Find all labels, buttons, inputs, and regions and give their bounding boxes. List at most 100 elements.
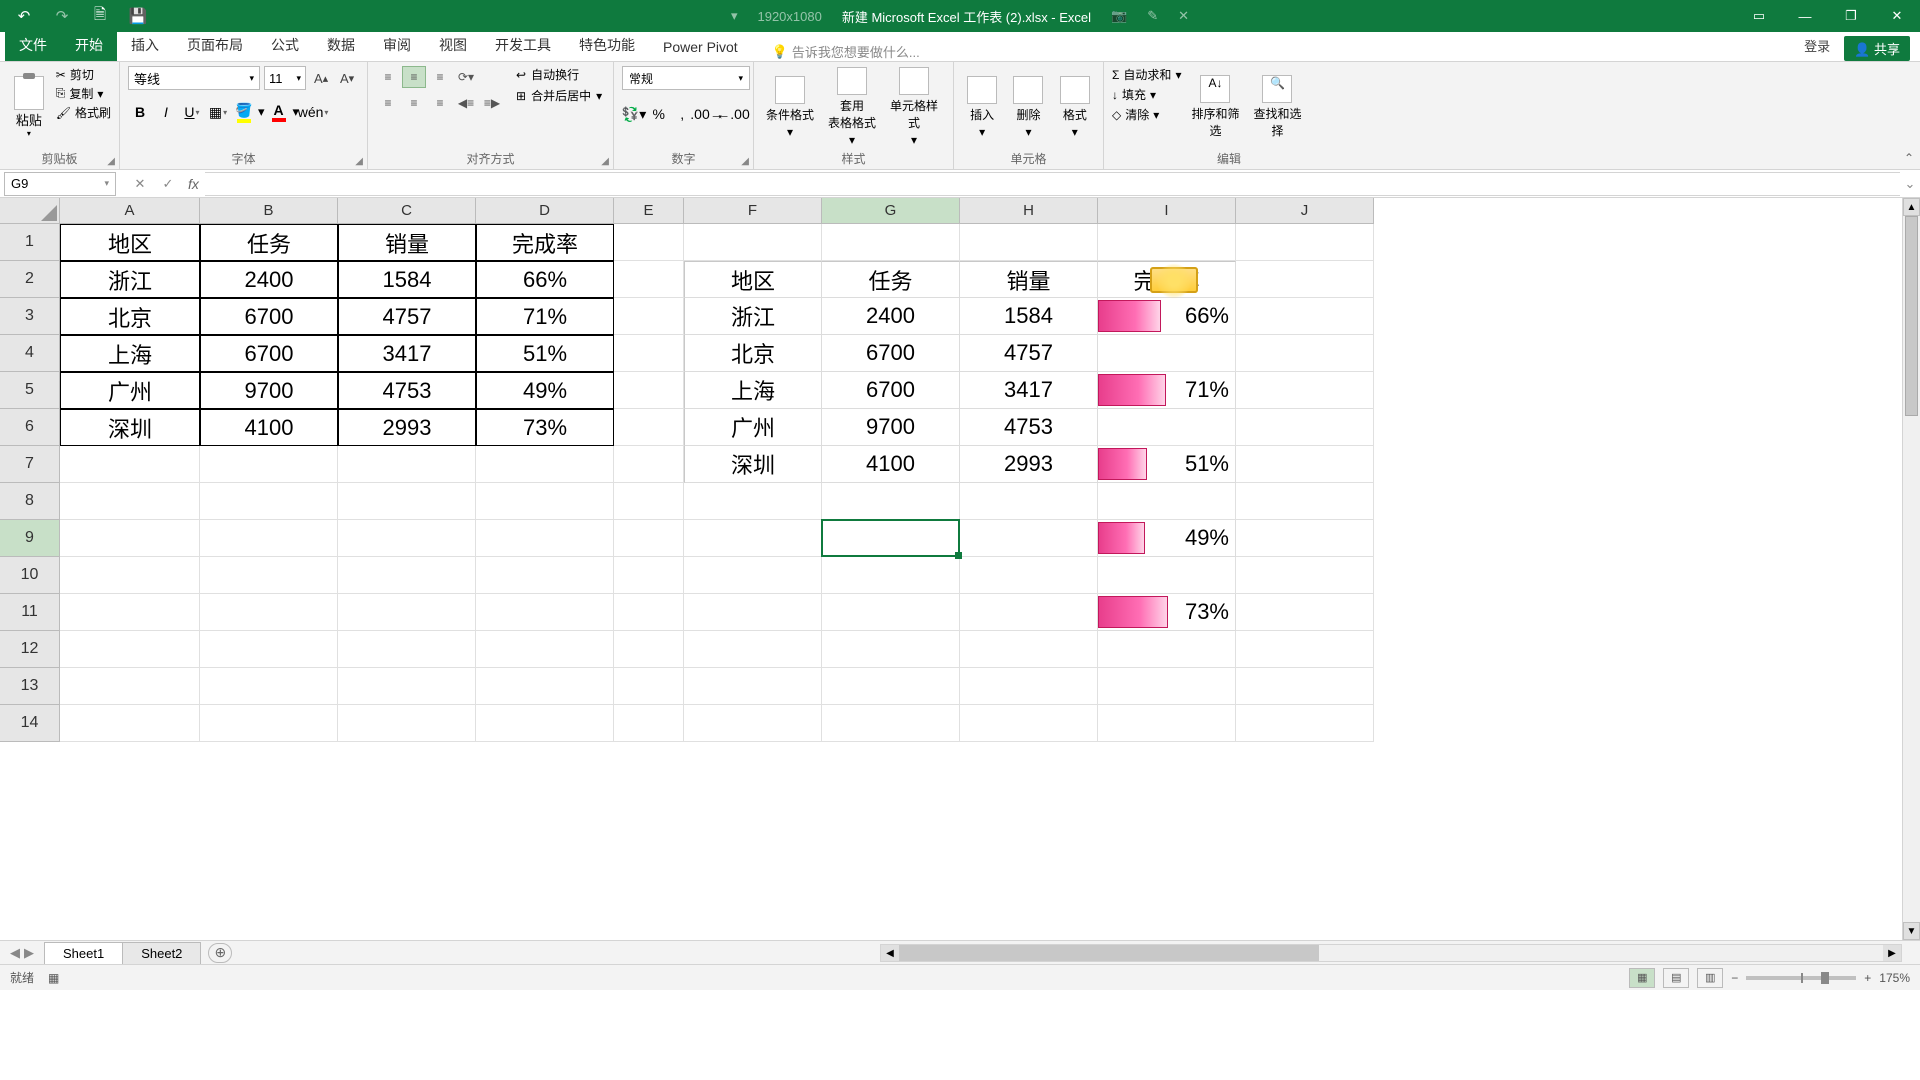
cell-F10[interactable] (684, 557, 822, 594)
scroll-right-button[interactable]: ▶ (1883, 945, 1901, 961)
tab-data[interactable]: 数据 (313, 29, 369, 61)
tell-me[interactable]: 💡 告诉我您想要做什么... (772, 42, 920, 61)
cell-D1[interactable]: 完成率 (476, 224, 614, 261)
align-right-button[interactable]: ≡ (428, 92, 452, 114)
select-all-corner[interactable] (0, 198, 60, 224)
cell-E2[interactable] (614, 261, 684, 298)
cell-F7[interactable]: 深圳 (684, 446, 822, 483)
cell-G7[interactable]: 4100 (822, 446, 960, 483)
row-header-10[interactable]: 10 (0, 557, 60, 594)
print-preview-button[interactable]: 🗎 (86, 2, 114, 30)
clear-button[interactable]: ◇ 清除 ▾ (1112, 106, 1181, 123)
cell-D12[interactable] (476, 631, 614, 668)
cell-E8[interactable] (614, 483, 684, 520)
cell-G12[interactable] (822, 631, 960, 668)
row-header-1[interactable]: 1 (0, 224, 60, 261)
align-center-button[interactable]: ≡ (402, 92, 426, 114)
cell-B12[interactable] (200, 631, 338, 668)
restore-button[interactable]: ❐ (1828, 0, 1874, 32)
scroll-thumb-v[interactable] (1905, 216, 1918, 416)
cell-F11[interactable] (684, 594, 822, 631)
cell-D11[interactable] (476, 594, 614, 631)
cell-B14[interactable] (200, 705, 338, 742)
cell-A8[interactable] (60, 483, 200, 520)
align-left-button[interactable]: ≡ (376, 92, 400, 114)
tab-powerpivot[interactable]: Power Pivot (649, 33, 752, 61)
cell-F8[interactable] (684, 483, 822, 520)
bold-button[interactable]: B (128, 100, 152, 124)
cell-B10[interactable] (200, 557, 338, 594)
cell-C9[interactable] (338, 520, 476, 557)
zoom-in-button[interactable]: + (1864, 971, 1871, 985)
cell-I3[interactable]: 66% (1098, 298, 1236, 335)
cell-A2[interactable]: 浙江 (60, 261, 200, 298)
cell-J10[interactable] (1236, 557, 1374, 594)
cell-J1[interactable] (1236, 224, 1374, 261)
col-header-B[interactable]: B (200, 198, 338, 224)
cell-F3[interactable]: 浙江 (684, 298, 822, 335)
cell-J6[interactable] (1236, 409, 1374, 446)
cell-D5[interactable]: 49% (476, 372, 614, 409)
cell-E3[interactable] (614, 298, 684, 335)
scroll-left-button[interactable]: ◀ (881, 945, 899, 961)
format-painter-button[interactable]: 🖌 格式刷 (56, 104, 111, 121)
cell-E4[interactable] (614, 335, 684, 372)
underline-button[interactable]: U▾ (180, 100, 204, 124)
autosum-button[interactable]: Σ 自动求和 ▾ (1112, 66, 1181, 83)
cell-H2[interactable]: 销量 (960, 261, 1098, 298)
indent-inc-button[interactable]: ≡▶ (480, 92, 504, 114)
row-header-3[interactable]: 3 (0, 298, 60, 335)
align-bottom-button[interactable]: ≡ (428, 66, 452, 88)
cell-I13[interactable] (1098, 668, 1236, 705)
cell-B6[interactable]: 4100 (200, 409, 338, 446)
undo-button[interactable]: ↶ (10, 2, 38, 30)
cell-C13[interactable] (338, 668, 476, 705)
redo-button[interactable]: ↷ (48, 2, 76, 30)
cell-C2[interactable]: 1584 (338, 261, 476, 298)
cell-J12[interactable] (1236, 631, 1374, 668)
login-link[interactable]: 登录 (1804, 36, 1830, 61)
cell-J14[interactable] (1236, 705, 1374, 742)
cell-G13[interactable] (822, 668, 960, 705)
cell-G9[interactable] (822, 520, 960, 557)
cell-A7[interactable] (60, 446, 200, 483)
camera-icon[interactable]: 📷 (1111, 8, 1127, 24)
cell-G11[interactable] (822, 594, 960, 631)
cell-F6[interactable]: 广州 (684, 409, 822, 446)
cell-D8[interactable] (476, 483, 614, 520)
cell-F13[interactable] (684, 668, 822, 705)
cell-A6[interactable]: 深圳 (60, 409, 200, 446)
col-header-E[interactable]: E (614, 198, 684, 224)
decrease-decimal-button[interactable]: ←.00 (721, 102, 745, 126)
collapse-ribbon-icon[interactable]: ⌃ (1904, 151, 1914, 165)
cell-A9[interactable] (60, 520, 200, 557)
grow-font-button[interactable]: A▴ (310, 67, 332, 89)
minimize-button[interactable]: — (1782, 0, 1828, 32)
cell-H14[interactable] (960, 705, 1098, 742)
cell-D13[interactable] (476, 668, 614, 705)
macro-record-icon[interactable]: ▦ (48, 971, 59, 985)
formula-input[interactable] (205, 172, 1900, 196)
cell-D3[interactable]: 71% (476, 298, 614, 335)
font-name-select[interactable]: 等线▾ (128, 66, 260, 90)
cell-E11[interactable] (614, 594, 684, 631)
cell-I12[interactable] (1098, 631, 1236, 668)
cell-styles-button[interactable]: 单元格样式▾ (886, 66, 942, 148)
cell-D10[interactable] (476, 557, 614, 594)
zoom-level[interactable]: 175% (1879, 971, 1910, 985)
cell-F9[interactable] (684, 520, 822, 557)
cell-F5[interactable]: 上海 (684, 372, 822, 409)
cell-B1[interactable]: 任务 (200, 224, 338, 261)
find-select-button[interactable]: 🔍查找和选择 (1249, 66, 1305, 148)
cell-I4[interactable]: 71% (1098, 372, 1236, 409)
scroll-up-button[interactable]: ▲ (1903, 198, 1920, 216)
cell-J3[interactable] (1236, 298, 1374, 335)
cell-H12[interactable] (960, 631, 1098, 668)
accounting-button[interactable]: 💱▾ (622, 102, 646, 126)
cell-J8[interactable] (1236, 483, 1374, 520)
cell-G1[interactable] (822, 224, 960, 261)
borders-button[interactable]: ▦▾ (206, 100, 230, 124)
align-middle-button[interactable]: ≡ (402, 66, 426, 88)
tab-insert[interactable]: 插入 (117, 29, 173, 61)
align-launcher-icon[interactable]: ◢ (601, 156, 609, 167)
